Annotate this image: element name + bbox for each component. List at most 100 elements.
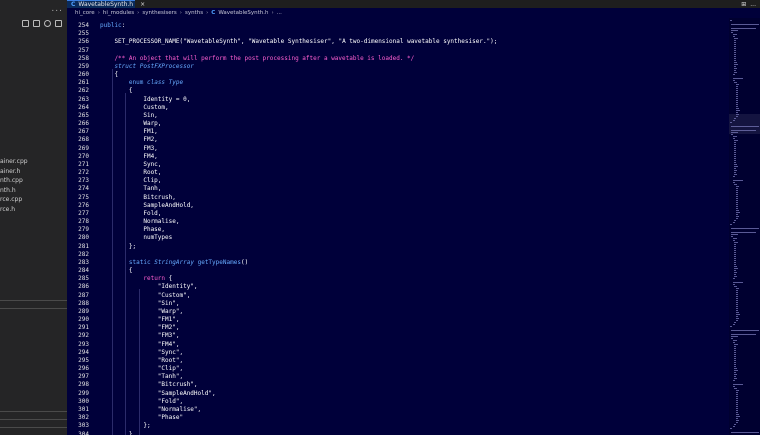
line-number: 293 <box>78 340 89 348</box>
minimap-line <box>734 388 737 389</box>
code-line[interactable]: 304 } <box>67 431 729 435</box>
code-line[interactable]: 276 SampleAndHold, <box>67 202 729 210</box>
minimap-line <box>732 282 743 283</box>
code-text: Fold, <box>100 209 162 217</box>
code-line[interactable]: 260 { <box>67 71 729 79</box>
code-line[interactable]: 278 Normalise, <box>67 218 729 226</box>
minimap-line <box>735 318 740 319</box>
line-number: 273 <box>78 177 89 185</box>
file-item[interactable]: rce.cpp <box>0 195 67 205</box>
panel-divider <box>0 419 67 420</box>
breadcrumb-item[interactable]: hi_modules <box>103 10 134 16</box>
line-number: 261 <box>78 79 89 87</box>
code-line[interactable]: 277 Fold, <box>67 210 729 218</box>
code-line[interactable]: 259 struct PostFXProcessor <box>67 63 729 71</box>
code-line[interactable]: 283 static StringArray getTypeNames() <box>67 259 729 267</box>
minimap-line <box>735 412 738 413</box>
minimap[interactable] <box>729 18 760 435</box>
minimap-line <box>735 206 738 207</box>
code-line[interactable]: 303 }; <box>67 422 729 430</box>
code-line[interactable]: 288 "Sin", <box>67 300 729 308</box>
code-line[interactable]: 299 "SampleAndHold", <box>67 390 729 398</box>
file-item[interactable]: rce.h <box>0 205 67 215</box>
breadcrumb-item[interactable]: hi_core <box>75 10 95 16</box>
code-line[interactable]: 280 numTypes <box>67 234 729 242</box>
minimap-line <box>735 406 738 407</box>
code-line[interactable]: 292 "FM3", <box>67 332 729 340</box>
code-line[interactable]: 279 Phase, <box>67 226 729 234</box>
code-line[interactable]: 294 "Sync", <box>67 349 729 357</box>
code-editor[interactable]: 254 public: 255 256 SET_PROCESSOR_NAME("Wav… <box>67 18 729 435</box>
code-line[interactable]: 271 Sync, <box>67 161 729 169</box>
file-item[interactable]: ainer.h <box>0 167 67 177</box>
code-line[interactable]: 291 "FM2", <box>67 324 729 332</box>
code-line[interactable]: 258 /** An object that will perform the … <box>67 55 729 63</box>
minimap-line <box>734 168 737 169</box>
code-line[interactable]: 289 "Warp", <box>67 308 729 316</box>
code-line[interactable]: 266 Warp, <box>67 120 729 128</box>
code-line[interactable]: 284 { <box>67 267 729 275</box>
code-line[interactable]: 281 }; <box>67 243 729 251</box>
code-line[interactable]: 257 <box>67 47 729 55</box>
code-line[interactable]: 298 "Bitcrush", <box>67 381 729 389</box>
minimap-line <box>734 184 737 185</box>
new-file-icon[interactable] <box>22 19 29 27</box>
code-line[interactable]: 254 public: <box>67 22 729 30</box>
file-item[interactable]: ainer.cpp <box>0 157 67 167</box>
code-line[interactable]: 270 FM4, <box>67 153 729 161</box>
minimap-line <box>734 46 737 47</box>
code-line[interactable]: 282 <box>67 251 729 259</box>
line-number: 279 <box>78 226 89 234</box>
close-icon[interactable]: × <box>140 1 145 8</box>
code-text: Identity = 0, <box>100 95 191 103</box>
collapse-all-icon[interactable] <box>55 19 62 27</box>
code-line[interactable]: 263 Identity = 0, <box>67 96 729 104</box>
file-item[interactable]: nth.cpp <box>0 176 67 186</box>
minimap-line <box>734 148 737 149</box>
code-line[interactable]: 297 "Tanh", <box>67 373 729 381</box>
file-item[interactable]: nth.h <box>0 186 67 196</box>
code-line[interactable]: 261 enum class Type <box>67 79 729 87</box>
minimap-line <box>735 116 738 117</box>
code-text: Clip, <box>100 177 162 185</box>
code-line[interactable]: 256 SET_PROCESSOR_NAME("WavetableSynth",… <box>67 38 729 46</box>
code-line[interactable]: 300 "Fold", <box>67 398 729 406</box>
code-line[interactable]: 295 "Root", <box>67 357 729 365</box>
code-line[interactable]: 287 "Custom", <box>67 292 729 300</box>
code-line[interactable]: 269 FM3, <box>67 145 729 153</box>
split-editor-icon[interactable]: ⊞ <box>741 1 746 8</box>
more-actions-icon[interactable]: ... <box>750 1 756 8</box>
minimap-line <box>731 30 738 31</box>
new-folder-icon[interactable] <box>33 19 40 27</box>
code-line[interactable]: 296 "Clip", <box>67 365 729 373</box>
refresh-icon[interactable] <box>44 19 51 27</box>
code-line[interactable]: 268 FM2, <box>67 136 729 144</box>
code-line[interactable]: 274 Tanh, <box>67 185 729 193</box>
code-line[interactable]: 275 Bitcrush, <box>67 194 729 202</box>
minimap-line <box>735 190 738 191</box>
minimap-line <box>735 92 738 93</box>
code-line[interactable]: 265 Sin, <box>67 112 729 120</box>
breadcrumb-symbol[interactable]: ... <box>277 10 282 16</box>
code-line[interactable]: 264 Custom, <box>67 104 729 112</box>
code-line[interactable]: 293 "FM4", <box>67 341 729 349</box>
code-line[interactable]: 301 "Normalise", <box>67 406 729 414</box>
code-line[interactable]: 285 return { <box>67 275 729 283</box>
code-line[interactable]: 272 Root, <box>67 169 729 177</box>
tab-wavetablesynth-h[interactable]: C WavetableSynth.h × <box>67 0 145 8</box>
code-line[interactable]: 302 "Phase" <box>67 414 729 422</box>
code-line[interactable]: 273 Clip, <box>67 177 729 185</box>
breadcrumb-item[interactable]: synths <box>185 10 203 16</box>
line-number: 294 <box>78 348 89 356</box>
code-line[interactable]: 286 "Identity", <box>67 283 729 291</box>
minimap-slider[interactable] <box>729 114 760 134</box>
code-line[interactable]: 262 { <box>67 87 729 95</box>
breadcrumb-item[interactable]: synthesisers <box>142 10 176 16</box>
more-actions-icon[interactable]: ... <box>51 4 63 14</box>
code-text: "Fold", <box>157 397 184 405</box>
code-line[interactable]: 267 FM1, <box>67 128 729 136</box>
code-line[interactable]: 290 "FM1", <box>67 316 729 324</box>
minimap-line <box>735 306 738 307</box>
breadcrumb-file[interactable]: WavetableSynth.h <box>218 10 268 16</box>
code-line[interactable]: 255 <box>67 30 729 38</box>
